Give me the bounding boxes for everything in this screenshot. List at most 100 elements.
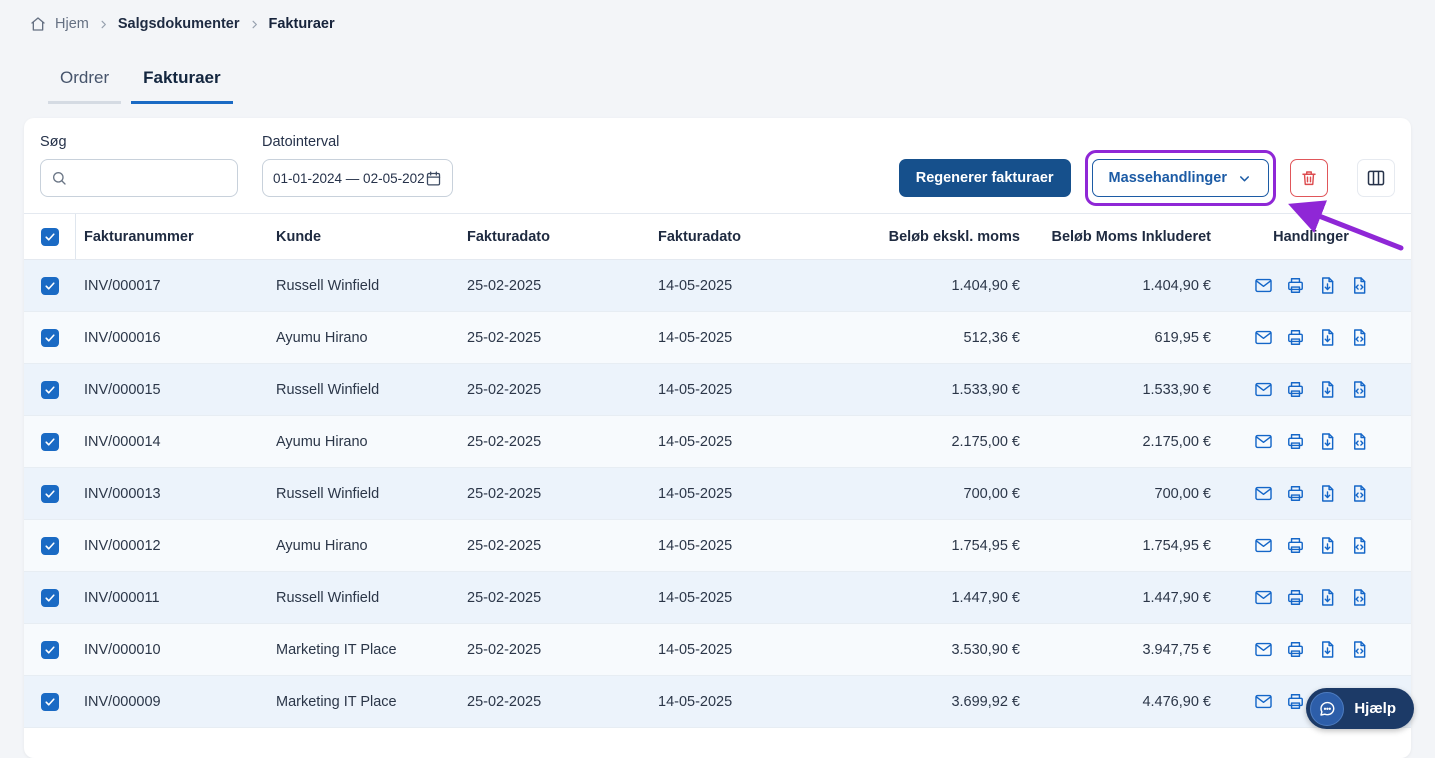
row-checkbox[interactable] <box>41 329 59 347</box>
tab-ordrer[interactable]: Ordrer <box>48 58 121 104</box>
help-button[interactable]: Hjælp <box>1306 688 1414 729</box>
download-pdf-icon[interactable] <box>1318 536 1337 555</box>
print-icon[interactable] <box>1286 588 1305 607</box>
print-icon[interactable] <box>1286 536 1305 555</box>
search-input[interactable] <box>40 159 238 197</box>
amount-incl-vat: 4.476,90 € <box>1020 694 1211 710</box>
download-xml-icon[interactable] <box>1350 432 1369 451</box>
table-row[interactable]: INV/000013 Russell Winfield 25-02-2025 1… <box>24 468 1411 520</box>
column-settings-button[interactable] <box>1357 159 1395 197</box>
print-icon[interactable] <box>1286 692 1305 711</box>
row-checkbox[interactable] <box>41 641 59 659</box>
send-email-icon[interactable] <box>1254 432 1273 451</box>
breadcrumb-item-hjem[interactable]: Hjem <box>55 16 89 32</box>
download-pdf-icon[interactable] <box>1318 484 1337 503</box>
row-checkbox[interactable] <box>41 277 59 295</box>
row-actions <box>1211 380 1411 399</box>
table-row[interactable]: INV/000015 Russell Winfield 25-02-2025 1… <box>24 364 1411 416</box>
invoice-due-date: 14-05-2025 <box>658 486 849 502</box>
table-row[interactable]: INV/000011 Russell Winfield 25-02-2025 1… <box>24 572 1411 624</box>
download-pdf-icon[interactable] <box>1318 588 1337 607</box>
send-email-icon[interactable] <box>1254 328 1273 347</box>
row-checkbox[interactable] <box>41 693 59 711</box>
home-icon[interactable] <box>30 16 46 32</box>
invoice-number: INV/000010 <box>76 642 276 658</box>
row-actions <box>1211 432 1411 451</box>
amount-incl-vat: 1.533,90 € <box>1020 382 1211 398</box>
tab-fakturaer[interactable]: Fakturaer <box>131 58 232 104</box>
download-pdf-icon[interactable] <box>1318 276 1337 295</box>
invoice-date: 25-02-2025 <box>467 590 658 606</box>
download-xml-icon[interactable] <box>1350 640 1369 659</box>
print-icon[interactable] <box>1286 380 1305 399</box>
print-icon[interactable] <box>1286 432 1305 451</box>
column-header-fakturanummer[interactable]: Fakturanummer <box>76 229 276 245</box>
print-icon[interactable] <box>1286 484 1305 503</box>
regenerate-invoices-button[interactable]: Regenerer fakturaer <box>899 159 1071 197</box>
chevron-down-icon <box>1237 171 1252 186</box>
download-pdf-icon[interactable] <box>1318 432 1337 451</box>
column-header-belob-moms-inkluderet[interactable]: Beløb Moms Inkluderet <box>1020 229 1211 245</box>
send-email-icon[interactable] <box>1254 484 1273 503</box>
search-label: Søg <box>40 134 238 150</box>
table-row[interactable]: INV/000012 Ayumu Hirano 25-02-2025 14-05… <box>24 520 1411 572</box>
invoice-customer: Ayumu Hirano <box>276 330 467 346</box>
bulk-actions-button[interactable]: Massehandlinger <box>1092 159 1269 197</box>
amount-incl-vat: 2.175,00 € <box>1020 434 1211 450</box>
row-checkbox[interactable] <box>41 589 59 607</box>
send-email-icon[interactable] <box>1254 536 1273 555</box>
amount-excl-vat: 3.530,90 € <box>849 642 1020 658</box>
row-checkbox[interactable] <box>41 537 59 555</box>
invoice-date: 25-02-2025 <box>467 642 658 658</box>
download-xml-icon[interactable] <box>1350 328 1369 347</box>
select-all-checkbox[interactable] <box>41 228 59 246</box>
column-header-fakturadato-1[interactable]: Fakturadato <box>467 229 658 245</box>
table-row[interactable]: INV/000017 Russell Winfield 25-02-2025 1… <box>24 260 1411 312</box>
table-row[interactable]: INV/000016 Ayumu Hirano 25-02-2025 14-05… <box>24 312 1411 364</box>
delete-button[interactable] <box>1290 159 1328 197</box>
invoice-number: INV/000011 <box>76 590 276 606</box>
amount-excl-vat: 1.447,90 € <box>849 590 1020 606</box>
table-row[interactable]: INV/000009 Marketing IT Place 25-02-2025… <box>24 676 1411 728</box>
invoice-number: INV/000015 <box>76 382 276 398</box>
download-pdf-icon[interactable] <box>1318 380 1337 399</box>
row-checkbox[interactable] <box>41 485 59 503</box>
download-pdf-icon[interactable] <box>1318 328 1337 347</box>
table-row[interactable]: INV/000010 Marketing IT Place 25-02-2025… <box>24 624 1411 676</box>
invoice-customer: Ayumu Hirano <box>276 538 467 554</box>
download-xml-icon[interactable] <box>1350 484 1369 503</box>
calendar-icon[interactable] <box>425 170 442 187</box>
print-icon[interactable] <box>1286 328 1305 347</box>
send-email-icon[interactable] <box>1254 640 1273 659</box>
download-xml-icon[interactable] <box>1350 536 1369 555</box>
download-xml-icon[interactable] <box>1350 276 1369 295</box>
amount-excl-vat: 700,00 € <box>849 486 1020 502</box>
column-header-fakturadato-2[interactable]: Fakturadato <box>658 229 849 245</box>
amount-incl-vat: 1.404,90 € <box>1020 278 1211 294</box>
download-pdf-icon[interactable] <box>1318 640 1337 659</box>
amount-incl-vat: 619,95 € <box>1020 330 1211 346</box>
toolbar: Regenerer fakturaer Massehandlinger <box>899 159 1395 197</box>
table-row[interactable]: INV/000014 Ayumu Hirano 25-02-2025 14-05… <box>24 416 1411 468</box>
search-field[interactable] <box>75 170 227 186</box>
send-email-icon[interactable] <box>1254 588 1273 607</box>
row-actions <box>1211 328 1411 347</box>
chat-bubble-icon <box>1310 692 1344 726</box>
column-header-kunde[interactable]: Kunde <box>276 229 467 245</box>
invoice-date: 25-02-2025 <box>467 434 658 450</box>
download-xml-icon[interactable] <box>1350 588 1369 607</box>
row-checkbox[interactable] <box>41 433 59 451</box>
breadcrumb-item-salgsdokumenter[interactable]: Salgsdokumenter <box>118 16 240 32</box>
amount-incl-vat: 1.754,95 € <box>1020 538 1211 554</box>
send-email-icon[interactable] <box>1254 692 1273 711</box>
date-range-input[interactable]: 01-01-2024 — 02-05-202 <box>262 159 453 197</box>
send-email-icon[interactable] <box>1254 380 1273 399</box>
table-body: INV/000017 Russell Winfield 25-02-2025 1… <box>24 260 1411 728</box>
download-xml-icon[interactable] <box>1350 380 1369 399</box>
print-icon[interactable] <box>1286 640 1305 659</box>
print-icon[interactable] <box>1286 276 1305 295</box>
send-email-icon[interactable] <box>1254 276 1273 295</box>
invoice-customer: Marketing IT Place <box>276 694 467 710</box>
column-header-belob-ekskl-moms[interactable]: Beløb ekskl. moms <box>849 229 1020 245</box>
row-checkbox[interactable] <box>41 381 59 399</box>
